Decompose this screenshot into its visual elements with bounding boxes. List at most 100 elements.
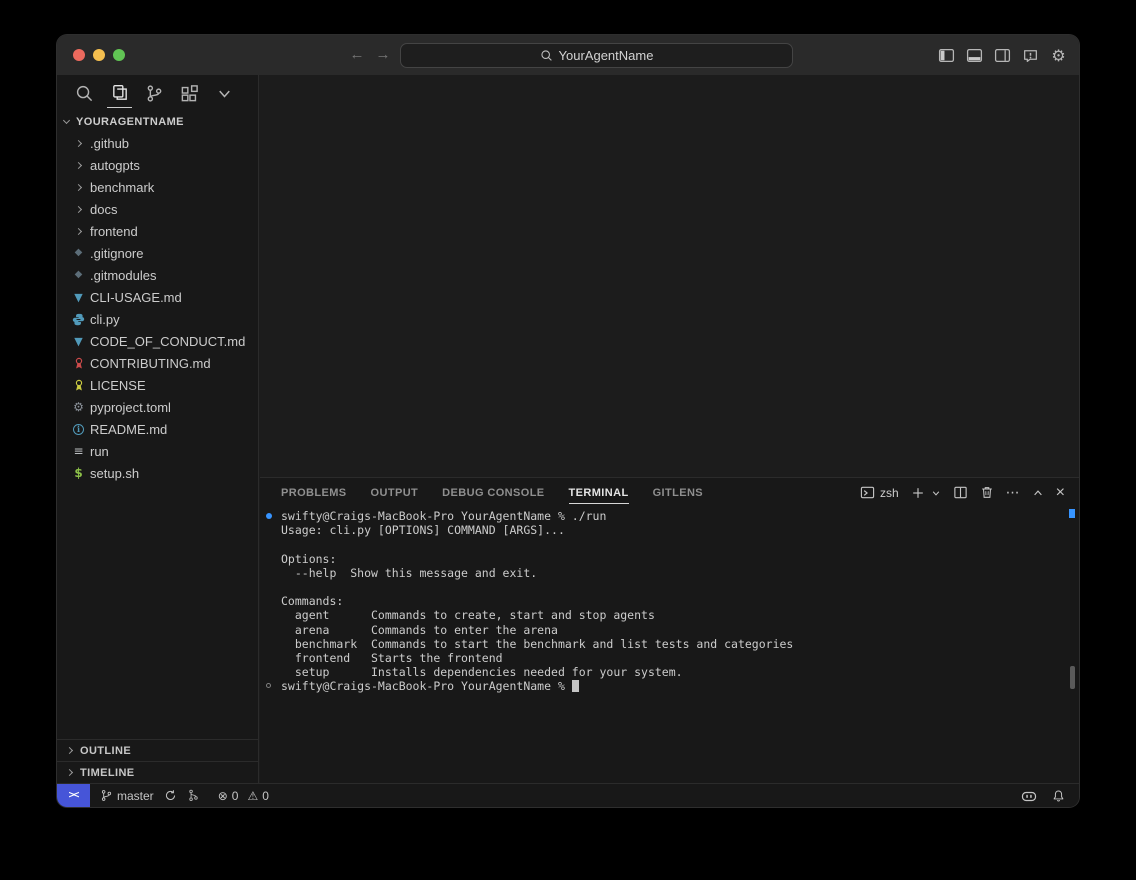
minimize-window-button[interactable] xyxy=(93,49,105,61)
sync-status-item[interactable] xyxy=(164,789,177,802)
close-panel-icon[interactable]: × xyxy=(1056,484,1065,502)
tree-folder--github[interactable]: .github xyxy=(57,132,258,154)
panel-tab-debug-console[interactable]: DEBUG CONSOLE xyxy=(442,478,544,507)
tree-file-cli-usage-md[interactable]: ▼ CLI-USAGE.md xyxy=(57,286,258,308)
outline-label: OUTLINE xyxy=(80,745,131,757)
tree-folder-frontend[interactable]: frontend xyxy=(57,220,258,242)
terminal-line: frontend Starts the frontend xyxy=(260,651,1079,665)
tree-folder-docs[interactable]: docs xyxy=(57,198,258,220)
shell-name-label[interactable]: zsh xyxy=(880,486,899,500)
terminal-line: --help Show this message and exit. xyxy=(260,566,1079,580)
activity-bar xyxy=(57,75,258,111)
ribbon-yellow-icon xyxy=(70,379,87,392)
terminal-line: swifty@Craigs-MacBook-Pro YourAgentName … xyxy=(260,509,1079,523)
copilot-icon[interactable] xyxy=(1021,789,1037,803)
explorer-view-icon[interactable] xyxy=(102,75,137,111)
terminal-line: Usage: cli.py [OPTIONS] COMMAND [ARGS]..… xyxy=(260,523,1079,537)
info-icon: i xyxy=(70,424,87,435)
terminal-profile-chevron-icon[interactable] xyxy=(931,488,941,498)
notifications-bell-icon[interactable] xyxy=(1052,789,1065,803)
navigate-back-icon[interactable]: ← xyxy=(347,45,367,65)
chevron-right-icon xyxy=(70,141,87,146)
tree-file-setup-sh[interactable]: $ setup.sh xyxy=(57,462,258,484)
gear-icon: ⚙︎ xyxy=(70,401,87,413)
new-terminal-plus-icon[interactable] xyxy=(911,486,925,500)
panel-header: PROBLEMS OUTPUT DEBUG CONSOLE TERMINAL GITLE… xyxy=(260,478,1079,507)
vscode-window: ← → YourAgentName xyxy=(57,35,1079,807)
main-area: PROBLEMS OUTPUT DEBUG CONSOLE TERMINAL GITLE… xyxy=(260,75,1079,783)
tree-folder-benchmark[interactable]: benchmark xyxy=(57,176,258,198)
errors-count: 0 xyxy=(232,789,239,803)
titlebar[interactable]: ← → YourAgentName xyxy=(57,35,1079,75)
explorer-root-row[interactable]: YOURAGENTNAME xyxy=(57,111,258,132)
more-views-chevron-icon[interactable] xyxy=(207,75,242,111)
tree-file-cli-py[interactable]: cli.py xyxy=(57,308,258,330)
terminal-line: Commands: xyxy=(260,594,1079,608)
tree-folder-autogpts[interactable]: autogpts xyxy=(57,154,258,176)
search-view-icon[interactable] xyxy=(67,75,102,111)
tree-file-code-of-conduct-md[interactable]: ▼ CODE_OF_CONDUCT.md xyxy=(57,330,258,352)
remote-indicator[interactable]: >< xyxy=(57,784,90,808)
ribbon-red-icon xyxy=(70,357,87,370)
panel-tab-output[interactable]: OUTPUT xyxy=(371,478,419,507)
desktop: ← → YourAgentName xyxy=(0,0,1136,880)
git-icon: ◆ xyxy=(70,270,87,280)
terminal[interactable]: swifty@Craigs-MacBook-Pro YourAgentName … xyxy=(260,507,1079,783)
feedback-icon[interactable] xyxy=(1022,47,1039,64)
chevron-right-icon xyxy=(66,769,73,776)
more-actions-ellipsis-icon[interactable]: ⋯ xyxy=(1006,485,1020,501)
file-tree: .github autogpts benchmark docs frontend… xyxy=(57,132,258,484)
timeline-label: TIMELINE xyxy=(80,767,135,779)
panel-tab-problems[interactable]: PROBLEMS xyxy=(281,478,347,507)
list-icon: ≡ xyxy=(70,445,87,457)
timeline-section-header[interactable]: TIMELINE xyxy=(57,761,258,783)
panel-actions: zsh ⋯ xyxy=(860,484,1079,502)
terminal-shell-icon[interactable] xyxy=(860,485,875,500)
sync-icon xyxy=(164,789,177,802)
chevron-right-icon xyxy=(70,207,87,212)
terminal-cursor xyxy=(572,680,579,692)
terminal-line: setup Installs dependencies needed for y… xyxy=(260,665,1079,679)
problems-status-item[interactable]: ⊗ 0 ⚠︎ 0 xyxy=(218,789,269,803)
outline-section-header[interactable]: OUTLINE xyxy=(57,739,258,761)
editor-area[interactable] xyxy=(260,75,1079,477)
panel-tab-terminal[interactable]: TERMINAL xyxy=(569,478,629,507)
tree-file-run[interactable]: ≡ run xyxy=(57,440,258,462)
panel-tab-gitlens[interactable]: GITLENS xyxy=(653,478,703,507)
terminal-scrollbar-thumb[interactable] xyxy=(1070,666,1075,689)
tree-file-contributing-md[interactable]: CONTRIBUTING.md xyxy=(57,352,258,374)
terminal-line: Options: xyxy=(260,552,1079,566)
toggle-secondary-sidebar-icon[interactable] xyxy=(994,47,1011,64)
branch-name: master xyxy=(117,789,154,803)
tree-file-license[interactable]: LICENSE xyxy=(57,374,258,396)
extensions-view-icon[interactable] xyxy=(172,75,207,111)
command-center-search[interactable]: YourAgentName xyxy=(400,43,793,68)
tree-file-pyproject-toml[interactable]: ⚙︎ pyproject.toml xyxy=(57,396,258,418)
panel-tabs: PROBLEMS OUTPUT DEBUG CONSOLE TERMINAL GITLE… xyxy=(260,478,703,507)
tree-file--gitmodules[interactable]: ◆ .gitmodules xyxy=(57,264,258,286)
zoom-window-button[interactable] xyxy=(113,49,125,61)
toggle-primary-sidebar-icon[interactable] xyxy=(938,47,955,64)
split-terminal-icon[interactable] xyxy=(953,485,968,500)
git-icon: ◆ xyxy=(70,248,87,258)
terminal-line xyxy=(260,580,1079,594)
maximize-panel-chevron-icon[interactable] xyxy=(1032,487,1044,499)
commit-graph-item[interactable] xyxy=(187,789,200,802)
tree-file-readme-md[interactable]: i README.md xyxy=(57,418,258,440)
command-decoration-icon xyxy=(266,513,272,519)
kill-terminal-trash-icon[interactable] xyxy=(980,485,994,500)
navigate-forward-icon[interactable]: → xyxy=(373,45,393,65)
source-control-view-icon[interactable] xyxy=(137,75,172,111)
toggle-panel-icon[interactable] xyxy=(966,47,983,64)
tree-file--gitignore[interactable]: ◆ .gitignore xyxy=(57,242,258,264)
chevron-right-icon xyxy=(70,185,87,190)
prompt-decoration-icon xyxy=(266,683,271,688)
settings-gear-icon[interactable]: ⚙ xyxy=(1050,47,1067,64)
warnings-count: 0 xyxy=(262,789,269,803)
window-controls xyxy=(73,49,125,61)
close-window-button[interactable] xyxy=(73,49,85,61)
branch-status-item[interactable]: master xyxy=(100,789,154,803)
terminal-line: agent Commands to create, start and stop… xyxy=(260,608,1079,622)
warnings-icon: ⚠︎ xyxy=(247,789,258,803)
chevron-down-icon xyxy=(63,117,70,124)
